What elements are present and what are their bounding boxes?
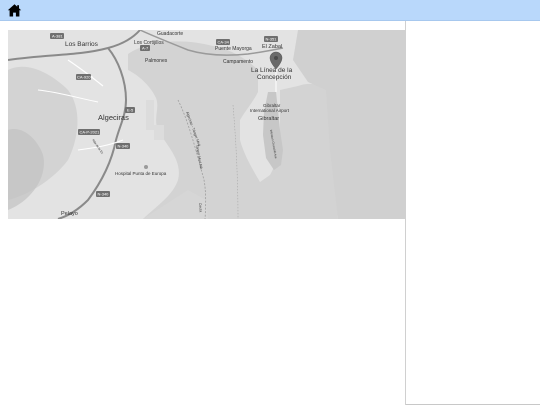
svg-text:N-340: N-340: [118, 144, 130, 149]
home-icon: [7, 4, 22, 17]
place-campamento: Campamento: [223, 59, 253, 65]
side-panel: [405, 21, 540, 405]
road-shield-n340: N-340: [116, 143, 130, 149]
svg-text:N-340: N-340: [98, 192, 110, 197]
map-view[interactable]: A-381 CA-9207 A-7 CA-34 N-351 E-5 CA-P-2…: [8, 30, 405, 219]
map-port: [146, 100, 154, 130]
svg-text:E-5: E-5: [127, 108, 134, 113]
road-shield-a381: A-381: [50, 33, 64, 39]
place-guadacorte: Guadacorte: [157, 31, 183, 37]
place-puente-mayorga-1: Puente Mayorga: [215, 46, 252, 52]
svg-text:A-381: A-381: [52, 34, 63, 39]
svg-text:A-7: A-7: [142, 46, 149, 51]
place-los-barrios: Los Barrios: [65, 41, 99, 48]
place-gibraltar: Gibraltar: [258, 116, 279, 122]
top-bar: [0, 0, 540, 21]
home-button[interactable]: [7, 3, 22, 18]
road-shield-n351: N-351: [264, 36, 278, 42]
place-los-cortijillos: Los Cortijillos: [134, 40, 164, 46]
svg-text:CA-34: CA-34: [218, 40, 230, 45]
place-hospital: Hospital Punta de Europa: [115, 171, 167, 176]
map-port: [154, 125, 164, 140]
road-shield-n340b: N-340: [96, 191, 110, 197]
place-el-zabal: El Zabal: [262, 44, 282, 50]
place-algeciras: Algeciras: [98, 113, 129, 122]
place-palmones: Palmones: [145, 58, 168, 64]
road-shield-ca9207: CA-9207: [76, 74, 94, 80]
place-la-linea-line2: Concepción: [257, 74, 292, 81]
svg-text:CA-9207: CA-9207: [77, 75, 94, 80]
road-shield-ca34: CA-34: [216, 39, 230, 45]
place-pelayo: Pelayo: [61, 211, 78, 217]
svg-text:N-351: N-351: [266, 37, 278, 42]
place-la-linea-line1: La Línea de la: [251, 67, 293, 74]
place-gibraltar-airport-line2: International Airport: [250, 108, 290, 113]
hospital-icon: [144, 165, 148, 169]
ferry-label-3: Ceuta: [198, 203, 203, 213]
road-shield-ca-p2021: CA-P-2021: [78, 129, 100, 135]
svg-text:CA-P-2021: CA-P-2021: [80, 130, 101, 135]
